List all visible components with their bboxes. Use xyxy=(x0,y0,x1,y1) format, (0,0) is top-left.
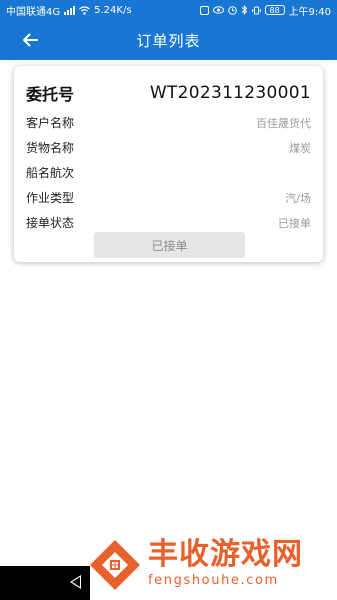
field-row-customer: 客户名称 百佳晟货代 xyxy=(26,110,311,135)
field-row-cargo: 货物名称 煤炭 xyxy=(26,135,311,160)
eye-icon xyxy=(212,6,224,14)
watermark-logo-icon xyxy=(90,540,140,590)
net-speed: 5.24K/s xyxy=(94,4,132,16)
order-number-label: 委托号 xyxy=(26,85,75,104)
back-button[interactable] xyxy=(18,28,42,52)
app-bar: 订单列表 xyxy=(0,20,337,60)
order-card[interactable]: 委托号 WT202311230001 客户名称 百佳晟货代 货物名称 煤炭 船名… xyxy=(14,66,323,262)
order-card-header: 委托号 WT202311230001 xyxy=(26,76,311,110)
signal-icon xyxy=(64,5,76,15)
field-label: 客户名称 xyxy=(26,116,75,130)
watermark: 丰收游戏网 fengshouhe.com xyxy=(86,536,331,598)
watermark-domain: fengshouhe.com xyxy=(148,573,279,588)
field-value: 汽/场 xyxy=(285,191,311,205)
field-value: 百佳晟货代 xyxy=(256,116,311,130)
vibrate-icon xyxy=(251,6,261,14)
status-bar-left: 中国联通4G 5.24K/s xyxy=(6,3,132,18)
wifi-icon xyxy=(79,5,90,15)
bluetooth-icon xyxy=(241,5,247,15)
status-bar: 中国联通4G 5.24K/s 88 上午9:40 xyxy=(0,0,337,20)
field-value: 煤炭 xyxy=(289,141,311,155)
arrow-left-icon xyxy=(23,33,38,47)
nfc-icon xyxy=(199,5,209,15)
field-label: 货物名称 xyxy=(26,141,75,155)
status-bar-right: 88 上午9:40 xyxy=(199,3,331,18)
carrier-label: 中国联通4G xyxy=(6,6,61,18)
field-label: 作业类型 xyxy=(26,191,75,205)
field-label: 接单状态 xyxy=(26,216,75,230)
page-title: 订单列表 xyxy=(136,31,201,50)
alarm-icon xyxy=(227,5,237,15)
watermark-name: 丰收游戏网 xyxy=(148,537,303,572)
nav-back-icon[interactable] xyxy=(70,575,81,589)
field-value: 已接单 xyxy=(278,216,311,230)
watermark-text: 丰收游戏网 fengshouhe.com xyxy=(148,538,303,590)
order-number-value: WT202311230001 xyxy=(149,83,311,103)
accepted-button[interactable]: 已接单 xyxy=(94,232,245,258)
battery-icon: 88 xyxy=(264,5,285,15)
clock: 上午9:40 xyxy=(288,6,331,18)
field-row-operation-type: 作业类型 汽/场 xyxy=(26,185,311,210)
field-row-vessel-voyage: 船名航次 xyxy=(26,160,311,185)
field-label: 船名航次 xyxy=(26,166,75,180)
